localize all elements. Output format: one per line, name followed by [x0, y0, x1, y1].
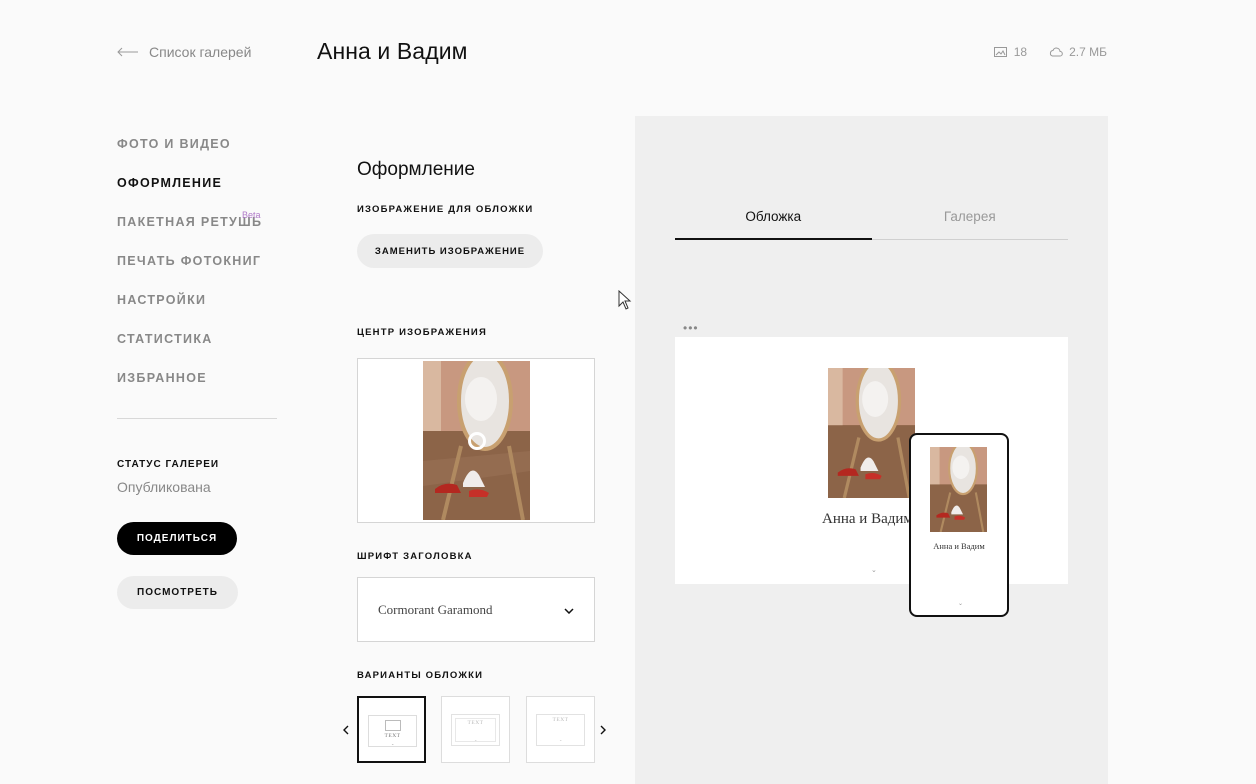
chevron-down-icon [564, 601, 574, 619]
sidebar-nav: ФОТО И ВИДЕО ОФОРМЛЕНИЕ ПАКЕТНАЯ РЕТУШЬ B… [117, 137, 287, 410]
mobile-cover-title: Анна и Вадим [933, 541, 985, 551]
variant-preview: TEXT ⌄ [368, 715, 417, 747]
gallery-status-label: СТАТУС ГАЛЕРЕИ [117, 459, 220, 470]
mobile-cover-preview: Анна и Вадим ⌄ [909, 433, 1009, 617]
sidebar-item-batch-retouch[interactable]: ПАКЕТНАЯ РЕТУШЬ Beta [117, 210, 287, 254]
tab-cover[interactable]: Обложка [675, 207, 872, 240]
cover-variant-2[interactable]: TEXT ⌄ [441, 696, 510, 763]
desktop-cover-preview: Анна и Вадим ⌄ [675, 337, 1068, 584]
sidebar-divider [117, 418, 277, 419]
chevron-left-icon[interactable] [343, 722, 349, 738]
section-title: Оформление [357, 159, 475, 180]
mobile-cover-photo [930, 447, 987, 532]
chevron-down-icon: ⌄ [958, 601, 964, 607]
tab-gallery[interactable]: Галерея [872, 207, 1069, 239]
back-to-galleries-link[interactable]: Список галерей [117, 44, 251, 60]
preview-panel: Обложка Галерея ••• Анна и Вадим ⌄ Анна … [635, 116, 1108, 784]
mouse-cursor-icon [618, 289, 632, 315]
photo-count: 18 [1013, 45, 1028, 59]
arrow-left-icon [117, 47, 139, 57]
desktop-cover-title: Анна и Вадим [822, 511, 912, 527]
sidebar-item-settings[interactable]: НАСТРОЙКИ [117, 293, 287, 332]
sidebar-item-photobook-print[interactable]: ПЕЧАТЬ ФОТОКНИГ [117, 254, 287, 293]
storage-used: 2.7 МБ [1069, 45, 1107, 59]
sidebar-item-statistics[interactable]: СТАТИСТИКА [117, 332, 287, 371]
gallery-status-value: Опубликована [117, 479, 211, 495]
variant-preview: TEXT ⌄ [451, 714, 500, 746]
variant-preview: TEXT ⌄ [536, 714, 585, 746]
focal-point-editor[interactable] [357, 358, 595, 523]
cover-variants-label: ВАРИАНТЫ ОБЛОЖКИ [357, 670, 484, 681]
focal-point-handle[interactable] [468, 432, 486, 450]
focal-point-label: ЦЕНТР ИЗОБРАЖЕНИЯ [357, 327, 487, 338]
sidebar-item-favorites[interactable]: ИЗБРАННОЕ [117, 371, 287, 410]
beta-badge: Beta [242, 210, 261, 220]
chevron-right-icon[interactable] [600, 722, 606, 738]
chevron-down-icon: ⌄ [871, 567, 877, 574]
share-button[interactable]: ПОДЕЛИТЬСЯ [117, 522, 237, 555]
heading-font-select[interactable]: Cormorant Garamond [357, 577, 595, 642]
heading-font-value: Cormorant Garamond [378, 601, 493, 617]
sidebar-item-photo-video[interactable]: ФОТО И ВИДЕО [117, 137, 287, 176]
replace-image-button[interactable]: ЗАМЕНИТЬ ИЗОБРАЖЕНИЕ [357, 234, 543, 268]
view-button[interactable]: ПОСМОТРЕТЬ [117, 576, 238, 609]
desktop-cover-photo [828, 368, 915, 498]
cloud-icon [1049, 46, 1063, 58]
gallery-stats: 18 2.7 МБ [993, 45, 1107, 59]
cover-variants-carousel: TEXT ⌄ TEXT ⌄ TEXT ⌄ [340, 696, 615, 764]
cover-variant-1[interactable]: TEXT ⌄ [357, 696, 426, 763]
cover-image-label: ИЗОБРАЖЕНИЕ ДЛЯ ОБЛОЖКИ [357, 204, 534, 215]
page-title: Анна и Вадим [317, 38, 468, 64]
back-link-label: Список галерей [149, 44, 252, 60]
sidebar-item-design[interactable]: ОФОРМЛЕНИЕ [117, 176, 287, 215]
more-dots-icon[interactable]: ••• [683, 321, 699, 335]
preview-tabs: Обложка Галерея [675, 207, 1068, 240]
image-icon [993, 46, 1008, 58]
heading-font-label: ШРИФТ ЗАГОЛОВКА [357, 551, 473, 562]
cover-variant-3[interactable]: TEXT ⌄ [526, 696, 595, 763]
